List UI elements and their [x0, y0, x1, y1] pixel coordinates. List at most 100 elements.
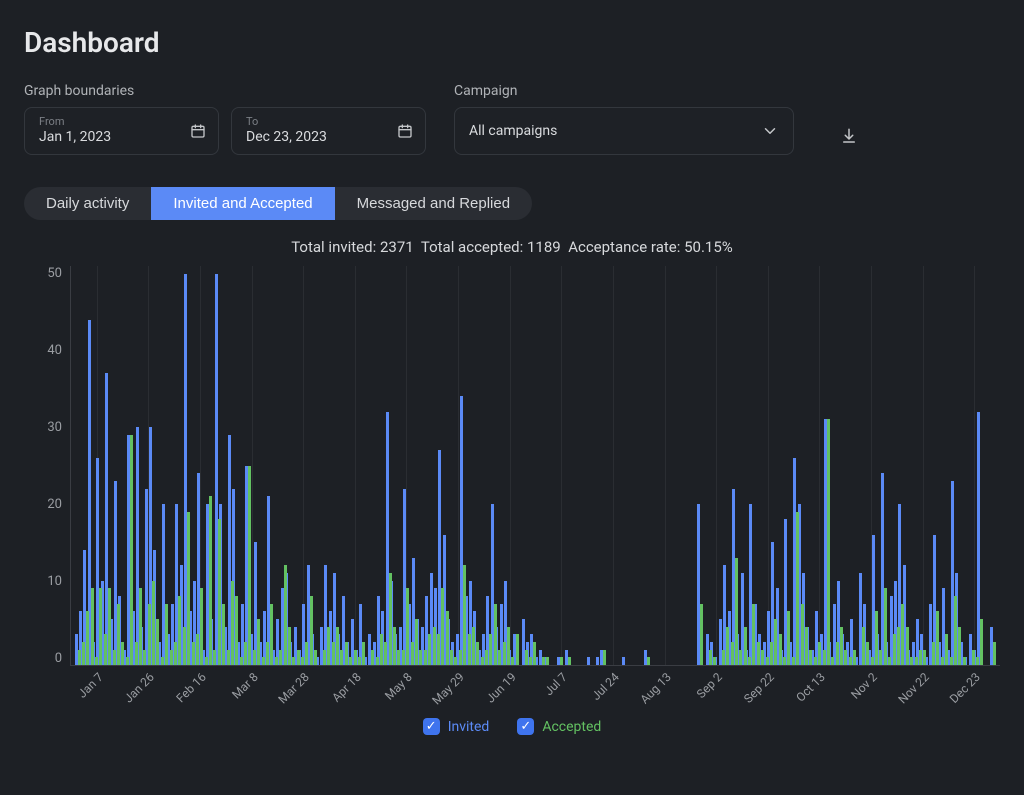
bar-accepted: [919, 650, 922, 665]
tab-strip: Daily activity Invited and Accepted Mess…: [24, 187, 532, 220]
bar-accepted: [757, 642, 760, 665]
bar-accepted: [954, 596, 957, 665]
bar-accepted: [415, 619, 418, 665]
bar-accepted: [389, 573, 392, 665]
bar-accepted: [792, 657, 795, 665]
bar-accepted: [446, 611, 449, 665]
bar-accepted: [187, 512, 190, 665]
bar-accepted: [511, 657, 514, 665]
legend-toggle-invited[interactable]: ✓ Invited: [423, 718, 490, 735]
bar-accepted: [498, 650, 501, 665]
x-tick: Jan 26: [122, 670, 158, 706]
bar-accepted: [376, 657, 379, 665]
bar-accepted: [840, 627, 843, 665]
bar-accepted: [560, 657, 563, 665]
bar-accepted: [801, 604, 804, 665]
bar-accepted: [205, 657, 208, 665]
legend-toggle-accepted[interactable]: ✓ Accepted: [517, 718, 601, 735]
date-to-input[interactable]: To Dec 23, 2023: [231, 107, 426, 155]
campaign-label: Campaign: [454, 83, 794, 99]
bar-accepted: [397, 650, 400, 665]
bar-accepted: [371, 650, 374, 665]
bar-accepted: [135, 642, 138, 665]
y-tick: 20: [47, 497, 62, 512]
bar-accepted: [472, 627, 475, 665]
bar-accepted: [253, 650, 256, 665]
bar-accepted: [726, 627, 729, 665]
bar-accepted: [910, 657, 913, 665]
bar-accepted: [766, 657, 769, 665]
bar-accepted: [450, 650, 453, 665]
bar-accepted: [831, 657, 834, 665]
bar-accepted: [78, 650, 81, 665]
bar-accepted: [709, 650, 712, 665]
bar-accepted: [288, 627, 291, 665]
x-tick: Dec 23: [947, 670, 983, 706]
bar-accepted: [284, 565, 287, 665]
bar-accepted: [231, 581, 234, 665]
x-tick: Sep 22: [741, 670, 777, 706]
bar-accepted: [906, 627, 909, 665]
tab-messaged-and-replied[interactable]: Messaged and Replied: [335, 187, 532, 220]
y-tick: 0: [55, 651, 62, 666]
bar-accepted: [178, 596, 181, 665]
bar-accepted: [783, 657, 786, 665]
bar-accepted: [86, 611, 89, 665]
bar-accepted: [805, 627, 808, 665]
bar-accepted: [516, 634, 519, 665]
bar-accepted: [340, 650, 343, 665]
y-tick: 30: [47, 420, 62, 435]
bar-accepted: [362, 642, 365, 665]
bar-accepted: [165, 604, 168, 665]
bar-accepted: [739, 650, 742, 665]
y-tick: 10: [47, 574, 62, 589]
legend-label-invited: Invited: [448, 719, 490, 735]
bar-accepted: [148, 604, 151, 665]
bar-accepted: [174, 642, 177, 665]
bar-accepted: [380, 634, 383, 665]
bar-accepted: [568, 657, 571, 665]
bar-accepted: [354, 650, 357, 665]
campaign-select[interactable]: All campaigns: [454, 107, 794, 155]
bar-accepted: [196, 634, 199, 665]
bar-accepted: [327, 627, 330, 665]
chart-summary: Total invited: 2371 Total accepted: 1189…: [24, 238, 1000, 256]
bar-accepted: [332, 642, 335, 665]
bar-accepted: [218, 519, 221, 665]
bar-accepted: [779, 634, 782, 665]
bar-accepted: [731, 642, 734, 665]
bar-accepted: [82, 642, 85, 665]
bar-accepted: [950, 657, 953, 665]
bar-accepted: [897, 627, 900, 665]
bar-invited: [596, 657, 599, 665]
bar-accepted: [879, 650, 882, 665]
x-tick: Sep 2: [694, 670, 725, 701]
bar-accepted: [279, 650, 282, 665]
chart-x-axis: Jan 7Jan 26Feb 16Mar 8Mar 28Apr 18May 8M…: [70, 666, 1000, 712]
date-from-input[interactable]: From Jan 1, 2023: [24, 107, 219, 155]
bar-accepted: [301, 657, 304, 665]
bar-accepted: [209, 496, 212, 665]
bar-accepted: [468, 634, 471, 665]
bar-accepted: [809, 650, 812, 665]
bar-accepted: [139, 588, 142, 665]
tab-daily-activity[interactable]: Daily activity: [24, 187, 151, 220]
calendar-icon: [190, 123, 206, 139]
bar-accepted: [244, 642, 247, 665]
bar-accepted: [700, 604, 703, 665]
bar-accepted: [901, 604, 904, 665]
bar-accepted: [402, 650, 405, 665]
bar-invited: [587, 657, 590, 665]
bar-accepted: [292, 657, 295, 665]
bar-accepted: [932, 642, 935, 665]
bar-accepted: [161, 657, 164, 665]
bar-accepted: [507, 627, 510, 665]
tab-invited-and-accepted[interactable]: Invited and Accepted: [151, 187, 334, 220]
x-tick: Mar 8: [229, 670, 261, 702]
date-to-mini-label: To: [246, 116, 411, 128]
bar-accepted: [963, 657, 966, 665]
bar-accepted: [235, 596, 238, 665]
download-button[interactable]: [840, 127, 858, 145]
bar-accepted: [266, 642, 269, 665]
bar-accepted: [121, 642, 124, 665]
